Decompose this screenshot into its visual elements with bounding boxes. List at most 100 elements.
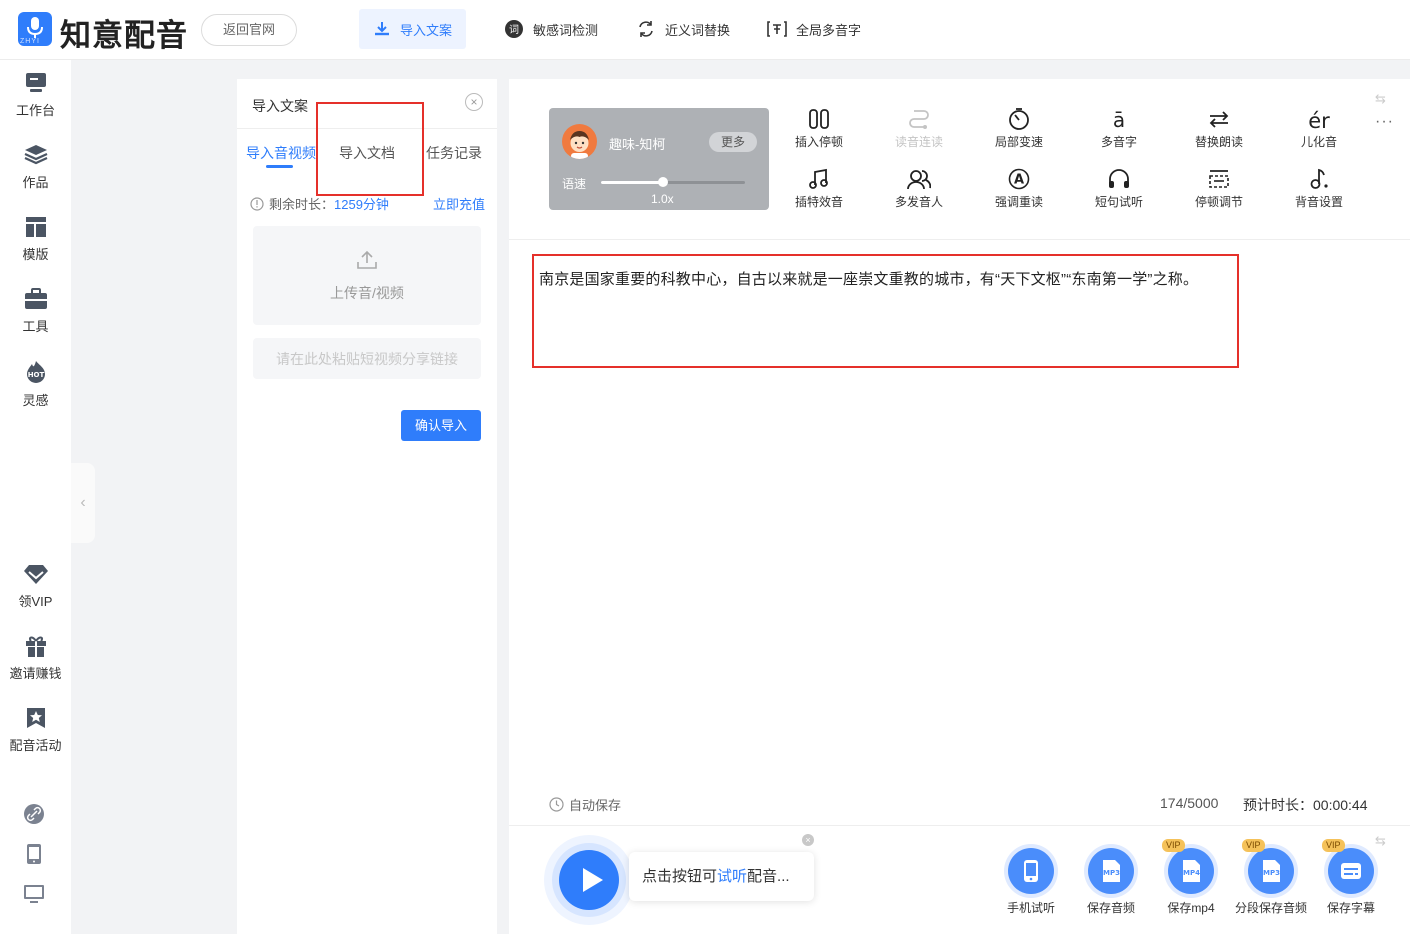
voice-card[interactable]: 趣味-知柯 更多 语速 1.0x <box>549 108 769 210</box>
save-label: 保存字幕 <box>1326 901 1375 915</box>
toolbar-swap-icon[interactable]: ⇆ <box>1375 91 1386 107</box>
sidebar-item-label: 灵感 <box>22 393 49 408</box>
tool-local-speed[interactable]: 局部变速 <box>979 108 1059 150</box>
replace-read-icon <box>1209 111 1229 128</box>
sidebar-item-label: 领VIP <box>18 594 53 609</box>
vip-badge: VIP <box>1322 839 1345 852</box>
sidebar-item-invite[interactable]: 邀请赚钱 <box>0 635 71 682</box>
save-mp4[interactable]: VIP MP4 保存mp4 <box>1151 839 1231 916</box>
tool-insert-pause[interactable]: 插入停顿 <box>779 108 859 150</box>
upload-icon <box>357 250 377 269</box>
vip-badge: VIP <box>1242 839 1265 852</box>
tablet-icon[interactable] <box>23 843 45 865</box>
multi-speaker-icon <box>907 170 931 190</box>
tool-polyphone[interactable]: ā 多音字 <box>1079 108 1159 150</box>
sidebar-item-tools[interactable]: 工具 <box>0 288 71 335</box>
tool-multi-speaker[interactable]: 多发音人 <box>879 168 959 210</box>
tool-er-sound[interactable]: ér 儿化音 <box>1279 108 1359 150</box>
tip-close-button[interactable]: × <box>802 834 814 846</box>
tool-replace-read[interactable]: 替换朗读 <box>1179 108 1259 150</box>
mp4-icon: VIP MP4 <box>1162 839 1214 894</box>
speed-slider-fill <box>601 181 663 184</box>
subtitle-icon: VIP <box>1322 839 1374 894</box>
tool-label: 插入停顿 <box>794 135 843 149</box>
more-voices-button[interactable]: 更多 <box>709 132 757 152</box>
save-label: 手机试听 <box>1006 901 1055 915</box>
char-count: 174/5000 <box>1160 795 1219 811</box>
confirm-import-button[interactable]: 确认导入 <box>401 410 481 441</box>
tool-label: 插特效音 <box>794 195 843 209</box>
editor-area: 趣味-知柯 更多 语速 1.0x 插入停顿 读音连读 局部变速 ā 多音字 替换… <box>509 79 1410 934</box>
tool-glyph: ér <box>1308 109 1330 130</box>
info-icon <box>250 196 264 211</box>
tip-prefix: 点击按钮可 <box>642 868 718 885</box>
tool-pause-adjust[interactable]: 停顿调节 <box>1179 168 1259 210</box>
file-tag: MP4 <box>1183 869 1200 877</box>
sidebar-item-inspiration[interactable]: HOT 灵感 <box>0 360 71 409</box>
tool-emphasis[interactable]: A 强调重读 <box>979 168 1059 210</box>
nav-synonym-replace[interactable]: 近义词替换 <box>636 9 730 49</box>
bottom-swap-icon[interactable]: ⇆ <box>1375 833 1386 849</box>
headphone-icon <box>1109 169 1129 188</box>
nav-sensitive-check[interactable]: 词 敏感词检测 <box>504 9 598 49</box>
sidebar-item-workbench[interactable]: 工作台 <box>0 72 71 119</box>
annotation-box-text <box>532 254 1239 368</box>
autosave-label: 自动保存 <box>569 798 622 813</box>
sidebar-item-works[interactable]: 作品 <box>0 144 71 191</box>
play-button-halo <box>544 835 634 925</box>
logo-subtext: ZHYI <box>20 38 40 45</box>
play-icon <box>583 868 603 892</box>
sidebar-collapse-toggle[interactable]: ‹ <box>71 463 95 543</box>
share-link-input[interactable] <box>253 338 481 379</box>
save-segment-audio[interactable]: VIP MP3 分段保存音频 <box>1231 839 1311 916</box>
tool-label: 替换朗读 <box>1194 135 1243 149</box>
tool-link-read[interactable]: 读音连读 <box>879 108 959 150</box>
desktop-icon <box>25 73 46 92</box>
monitor-icon[interactable] <box>23 883 45 905</box>
toolbar-more-icon[interactable]: ··· <box>1375 113 1394 131</box>
speed-slider-handle[interactable] <box>657 177 668 187</box>
sidebar-item-activity[interactable]: 配音活动 <box>0 707 71 754</box>
upload-av-area[interactable]: 上传音/视频 <box>253 226 481 325</box>
recharge-link[interactable]: 立即充值 <box>433 194 485 213</box>
tip-suffix: 配音... <box>747 868 790 885</box>
star-badge-icon <box>26 708 45 728</box>
gift-icon <box>25 636 46 657</box>
sidebar-item-templates[interactable]: 模版 <box>0 216 71 263</box>
nav-label: 全局多音字 <box>796 22 862 38</box>
tool-sentence-preview[interactable]: 短句试听 <box>1079 168 1159 210</box>
file-tag: MP3 <box>1263 869 1280 877</box>
nav-global-polyphone[interactable]: 全局多音字 <box>767 9 861 49</box>
preview-play-button[interactable] <box>559 850 619 910</box>
save-subtitle[interactable]: VIP 保存字幕 <box>1311 839 1391 916</box>
phone-icon <box>1008 848 1054 894</box>
tab-task-records[interactable]: 任务记录 <box>426 143 482 163</box>
emphasis-icon: A <box>1008 168 1030 190</box>
preview-tip: 点击按钮可试听配音... <box>629 852 814 901</box>
avatar-face-icon <box>570 131 589 159</box>
clock-icon <box>549 797 564 812</box>
remaining-value: 1259分钟 <box>334 197 389 212</box>
save-label: 保存mp4 <box>1167 901 1215 915</box>
link-icon[interactable] <box>23 803 45 825</box>
pause-insert-icon <box>809 109 829 129</box>
upload-label: 上传音/视频 <box>330 285 404 301</box>
tool-label: 停顿调节 <box>1194 195 1243 209</box>
panel-close-button[interactable]: × <box>465 93 483 111</box>
tab-import-av[interactable]: 导入音视频 <box>246 143 316 163</box>
download-icon <box>375 22 389 36</box>
sidebar-item-label: 邀请赚钱 <box>9 666 62 681</box>
sidebar-item-label: 工作台 <box>15 103 55 118</box>
nav-import-text[interactable]: 导入文案 <box>359 9 467 49</box>
speed-slider[interactable] <box>601 177 745 187</box>
back-to-site-button[interactable]: 返回官网 <box>201 14 297 46</box>
save-phone-preview[interactable]: 手机试听 <box>991 848 1071 916</box>
tool-label: 多音字 <box>1100 135 1137 149</box>
annotation-box-doc-tab <box>316 102 424 196</box>
tool-insert-effect[interactable]: 插特效音 <box>779 168 859 210</box>
tool-bgm-settings[interactable]: 背音设置 <box>1279 168 1359 210</box>
sidebar-item-get-vip[interactable]: 领VIP <box>0 563 71 610</box>
save-audio[interactable]: MP3 保存音频 <box>1071 848 1151 916</box>
top-bar: ZHYI 知意配音 返回官网 导入文案 词 敏感词检测 近义词替换 全局多音字 <box>0 0 1410 60</box>
template-icon <box>25 217 46 237</box>
